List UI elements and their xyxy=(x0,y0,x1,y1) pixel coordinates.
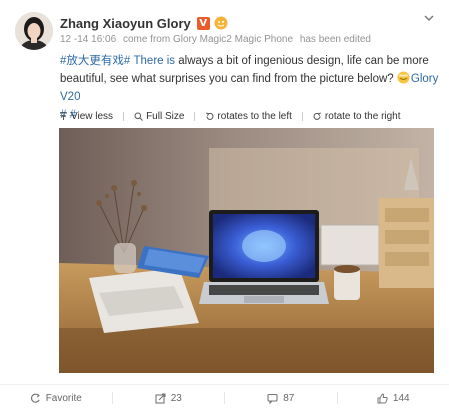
post-time[interactable]: 12 -14 16:06 xyxy=(60,34,116,45)
full-size-label: Full Size xyxy=(146,110,185,122)
vip-badge-icon: V xyxy=(196,16,210,30)
link-emoji-icon xyxy=(397,71,410,84)
member-level-icon xyxy=(214,16,228,30)
divider xyxy=(194,111,196,121)
thumbs-up-icon xyxy=(377,392,388,403)
view-less-button[interactable]: View less xyxy=(59,111,113,122)
rotate-right-icon xyxy=(313,112,321,120)
chevron-down-icon[interactable] xyxy=(422,11,436,25)
comment-count: 87 xyxy=(283,392,295,404)
rotate-right-button[interactable]: rotate to the right xyxy=(313,111,401,122)
post-photo[interactable] xyxy=(59,128,434,373)
comment-icon xyxy=(267,393,278,404)
edited-label: has been edited xyxy=(299,34,371,45)
favorite-button[interactable]: Favorite xyxy=(0,393,112,404)
weibo-post-card: Zhang Xiaoyun Glory V 12 -14 16:06 come … xyxy=(0,0,449,411)
rotate-right-label: rotate to the right xyxy=(324,110,401,122)
post-source[interactable]: come from Glory Magic2 Magic Phone xyxy=(123,34,293,45)
media-toolbar: View less Full Size rotates to the left … xyxy=(59,107,434,125)
rotate-left-icon xyxy=(206,112,214,120)
action-footer: Favorite 23 87 144 xyxy=(0,384,449,411)
avatar[interactable] xyxy=(15,12,53,50)
repost-button[interactable]: 23 xyxy=(113,393,225,404)
hashtag-link[interactable]: #放大更有戏# xyxy=(60,55,130,67)
post-meta: 12 -14 16:06 come from Glory Magic2 Magi… xyxy=(60,34,375,45)
full-size-button[interactable]: Full Size xyxy=(134,111,184,122)
author-name[interactable]: Zhang Xiaoyun Glory xyxy=(60,16,191,31)
divider xyxy=(123,111,125,121)
upload-arrow-icon xyxy=(60,112,67,120)
favorite-icon xyxy=(30,393,40,403)
like-count: 144 xyxy=(392,392,410,404)
search-icon xyxy=(134,112,143,121)
comment-button[interactable]: 87 xyxy=(225,393,337,404)
repost-count: 23 xyxy=(170,392,182,404)
text-highlight: There is xyxy=(133,55,176,67)
divider xyxy=(301,111,303,121)
repost-icon xyxy=(155,392,166,404)
like-button[interactable]: 144 xyxy=(338,393,449,404)
rotate-left-label: rotates to the left xyxy=(217,110,292,122)
favorite-label: Favorite xyxy=(45,392,82,404)
rotate-left-button[interactable]: rotates to the left xyxy=(205,111,292,122)
view-less-label: View less xyxy=(71,110,114,122)
